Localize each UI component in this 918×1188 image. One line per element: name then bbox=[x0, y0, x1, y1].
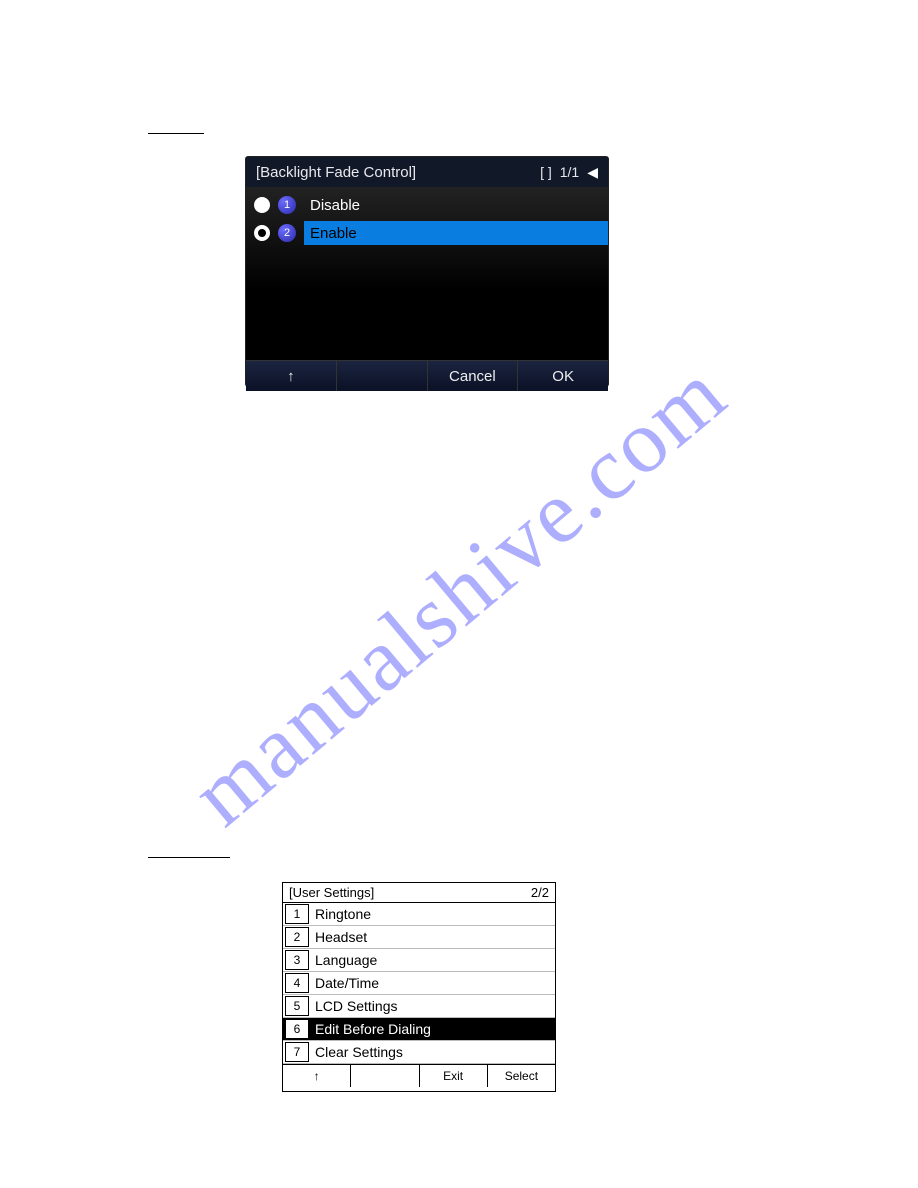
radio-icon-selected bbox=[254, 225, 270, 241]
list-item-number: 1 bbox=[285, 904, 309, 924]
screen2-softkeys: ↑ Exit Select bbox=[283, 1064, 555, 1087]
screen1-page: 1/1 bbox=[560, 164, 579, 180]
list-item[interactable]: 2 Headset bbox=[283, 926, 555, 949]
figure-user-settings-screen: [User Settings] 2/2 1 Ringtone 2 Headset… bbox=[282, 882, 556, 1092]
page-root: manualshive.com [Backlight Fade Control]… bbox=[0, 0, 918, 1188]
screen1-title: [Backlight Fade Control] bbox=[256, 164, 416, 181]
figure-backlight-screen: [Backlight Fade Control] [ ] 1/1 ◀ 1 Dis… bbox=[246, 157, 608, 386]
list-item-label: Headset bbox=[313, 926, 555, 948]
list-item-number: 4 bbox=[285, 973, 309, 993]
screen2-title: [User Settings] bbox=[289, 885, 374, 900]
list-item-number: 6 bbox=[285, 1019, 309, 1039]
option-number-badge: 1 bbox=[278, 196, 296, 214]
screen2-page: 2/2 bbox=[531, 885, 549, 900]
section-underline-2 bbox=[148, 857, 230, 858]
softkey-cancel[interactable]: Cancel bbox=[427, 361, 518, 391]
screen1-status: [ ] 1/1 ◀ bbox=[540, 164, 598, 181]
softkey-ok[interactable]: OK bbox=[517, 361, 608, 391]
up-arrow-icon: ↑ bbox=[314, 1069, 320, 1083]
list-item-label: Ringtone bbox=[313, 903, 555, 925]
watermark: manualshive.com bbox=[172, 342, 746, 847]
option-row-disable[interactable]: 1 Disable bbox=[246, 191, 608, 219]
screen1-softkeys: ↑ Cancel OK bbox=[246, 360, 608, 391]
screen1-body: 1 Disable 2 Enable bbox=[246, 187, 608, 360]
screen1-bracket: [ ] bbox=[540, 164, 552, 180]
list-item-label: Clear Settings bbox=[313, 1041, 555, 1063]
option-number-badge: 2 bbox=[278, 224, 296, 242]
radio-icon bbox=[254, 197, 270, 213]
up-arrow-icon: ↑ bbox=[287, 368, 295, 385]
list-item-number: 5 bbox=[285, 996, 309, 1016]
list-item[interactable]: 7 Clear Settings bbox=[283, 1041, 555, 1064]
softkey-up[interactable]: ↑ bbox=[283, 1065, 350, 1087]
softkey-exit[interactable]: Exit bbox=[419, 1065, 487, 1087]
screen2-header: [User Settings] 2/2 bbox=[283, 883, 555, 903]
screen2-list: 1 Ringtone 2 Headset 3 Language 4 Date/T… bbox=[283, 903, 555, 1064]
option-row-enable[interactable]: 2 Enable bbox=[246, 219, 608, 247]
list-item-number: 2 bbox=[285, 927, 309, 947]
softkey-select[interactable]: Select bbox=[487, 1065, 555, 1087]
list-item-number: 7 bbox=[285, 1042, 309, 1062]
list-item-label: Language bbox=[313, 949, 555, 971]
softkey-blank[interactable] bbox=[336, 361, 427, 391]
list-item-label: Date/Time bbox=[313, 972, 555, 994]
list-item[interactable]: 3 Language bbox=[283, 949, 555, 972]
softkey-up[interactable]: ↑ bbox=[246, 361, 336, 391]
list-item-selected[interactable]: 6 Edit Before Dialing bbox=[283, 1018, 555, 1041]
list-item[interactable]: 5 LCD Settings bbox=[283, 995, 555, 1018]
list-item-number: 3 bbox=[285, 950, 309, 970]
list-item[interactable]: 4 Date/Time bbox=[283, 972, 555, 995]
option-label: Disable bbox=[304, 197, 608, 214]
back-arrow-icon: ◀ bbox=[587, 164, 598, 181]
option-label: Enable bbox=[304, 221, 608, 245]
list-item-label: Edit Before Dialing bbox=[313, 1018, 555, 1040]
screen1-titlebar: [Backlight Fade Control] [ ] 1/1 ◀ bbox=[246, 157, 608, 187]
list-item[interactable]: 1 Ringtone bbox=[283, 903, 555, 926]
section-underline-1 bbox=[148, 133, 204, 134]
softkey-blank[interactable] bbox=[350, 1065, 418, 1087]
list-item-label: LCD Settings bbox=[313, 995, 555, 1017]
